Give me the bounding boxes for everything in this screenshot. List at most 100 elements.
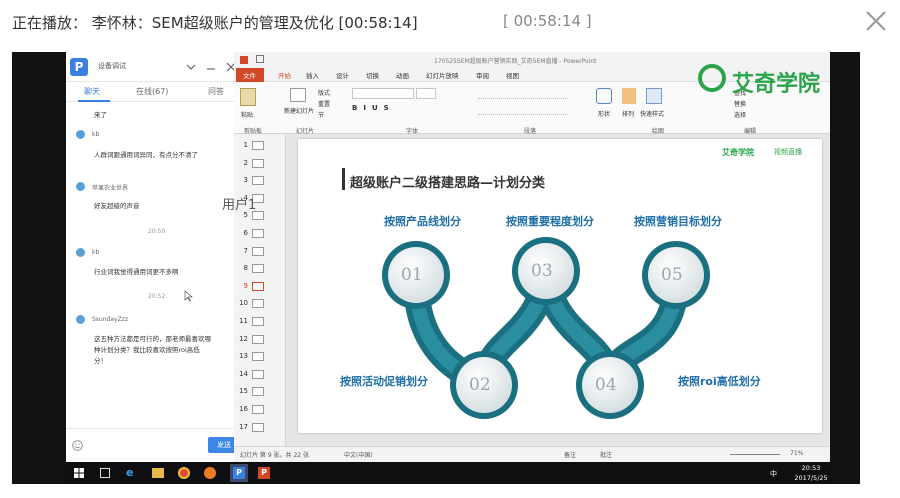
slide-thumb[interactable]: 14 <box>234 367 286 383</box>
layout-button[interactable]: 版式 <box>318 88 330 97</box>
comments-button[interactable]: 批注 <box>600 450 612 459</box>
video-frame[interactable]: P 设备调试 聊天 在线(67) 问答 来了 kb 人群词跟通用词异同，有点分不… <box>12 52 860 484</box>
slide-thumb-number: 16 <box>239 405 248 413</box>
slide-thumb[interactable]: 9 <box>234 279 286 295</box>
slide-thumb-preview <box>252 387 264 397</box>
avatar <box>76 130 85 139</box>
section-button[interactable]: 节 <box>318 110 324 119</box>
slide-thumb-number: 6 <box>243 229 248 237</box>
quick-styles-button[interactable]: 快速样式 <box>640 109 664 118</box>
firefox-icon[interactable] <box>204 467 216 479</box>
font-name-select[interactable] <box>352 88 414 99</box>
powerpoint-window: 170525SEM超级账户营销实践_艾奇SEM直播 - PowerPoint 文… <box>234 52 830 462</box>
chat-timestamp: 20:50 <box>148 228 166 235</box>
label-promotion: 按照活动促销划分 <box>340 375 428 388</box>
slide-thumb-preview <box>252 246 264 256</box>
tab-transitions[interactable]: 切换 <box>366 70 379 80</box>
avatar <box>76 248 85 257</box>
slide-thumb-number: 8 <box>243 264 248 273</box>
chat-tabs: 聊天 在线(67) 问答 <box>66 82 246 102</box>
new-slide-button[interactable]: 新建幻灯片 <box>284 106 314 115</box>
slide-thumb[interactable]: 10 <box>234 296 286 312</box>
slide-thumb[interactable]: 3 <box>234 173 286 189</box>
ime-indicator[interactable]: 中 <box>770 469 777 479</box>
tab-chat[interactable]: 聊天 <box>84 86 100 97</box>
clock-time[interactable]: 20:53 <box>796 464 826 472</box>
chrome-icon[interactable] <box>178 467 190 479</box>
tab-view[interactable]: 视图 <box>506 70 519 80</box>
tab-home[interactable]: 开始 <box>278 70 291 80</box>
live-app-icon[interactable]: P <box>233 467 245 479</box>
new-slide-icon[interactable] <box>290 88 306 102</box>
emoji-icon[interactable] <box>72 440 83 451</box>
font-style-buttons[interactable]: BIUS <box>352 104 395 112</box>
replace-button[interactable]: 替换 <box>734 99 746 108</box>
file-explorer-icon[interactable] <box>152 468 164 478</box>
shapes-button[interactable]: 形状 <box>598 109 610 118</box>
font-size-select[interactable] <box>416 88 436 99</box>
tab-review[interactable]: 审阅 <box>476 70 489 80</box>
clock-date[interactable]: 2017/5/25 <box>792 474 830 482</box>
user-watermark: 用户1 <box>222 198 257 213</box>
chat-panel: P 设备调试 聊天 在线(67) 问答 来了 kb 人群词跟通用词异同，有点分不… <box>66 52 246 462</box>
alignment-controls[interactable] <box>478 104 568 115</box>
slide-thumb-preview <box>252 176 264 186</box>
slide-thumb[interactable]: 6 <box>234 226 286 242</box>
slide-thumb[interactable]: 1 <box>234 138 286 154</box>
chat-username: kb <box>92 131 100 138</box>
slide-thumb[interactable]: 2 <box>234 156 286 172</box>
playback-time: [ 00:58:14 ] <box>503 12 592 30</box>
tab-qa[interactable]: 问答 <box>208 86 224 97</box>
select-button[interactable]: 选择 <box>734 110 746 119</box>
quick-styles-icon[interactable] <box>646 88 662 104</box>
slide-thumb[interactable]: 8 <box>234 261 286 277</box>
label-roi: 按照roi高低划分 <box>678 375 761 388</box>
zoom-slider[interactable] <box>730 454 780 455</box>
minimize-icon[interactable] <box>206 62 216 72</box>
tab-slideshow[interactable]: 幻灯片放映 <box>426 70 459 80</box>
paste-icon[interactable] <box>240 88 256 106</box>
tab-online[interactable]: 在线(67) <box>136 86 168 97</box>
tab-file[interactable]: 文件 <box>243 70 256 80</box>
shapes-icon[interactable] <box>596 88 612 104</box>
language-status: 中文(中国) <box>344 452 373 459</box>
chevron-down-icon[interactable] <box>186 62 196 72</box>
chat-username: SsundayZzz <box>92 316 128 323</box>
arrange-button[interactable]: 排列 <box>622 109 634 118</box>
chat-timestamp: 20:52 <box>148 293 166 300</box>
tab-insert[interactable]: 插入 <box>306 70 319 80</box>
label-product-line: 按照产品线划分 <box>384 215 461 228</box>
windows-start-icon[interactable] <box>74 468 84 478</box>
slide-thumb-number: 14 <box>239 369 248 378</box>
slide-thumbnails: 1 2 3 4 5 6 7 8 9 10 11 12 13 14 15 16 17 <box>234 134 286 446</box>
slide-thumb[interactable]: 13 <box>234 349 286 365</box>
slide-thumb[interactable]: 15 <box>234 384 286 400</box>
save-icon[interactable] <box>256 55 264 63</box>
avatar <box>76 315 85 324</box>
tab-animations[interactable]: 动画 <box>396 70 409 80</box>
circle-label-03: 03 <box>531 261 553 281</box>
reset-button[interactable]: 重置 <box>318 99 330 108</box>
slide-thumb-number: 11 <box>239 317 248 325</box>
notes-button[interactable]: 备注 <box>564 450 576 459</box>
ppt-app-icon <box>240 56 248 64</box>
close-icon[interactable] <box>864 9 888 33</box>
edge-icon[interactable]: e <box>126 467 137 479</box>
slide-thumb[interactable]: 11 <box>234 314 286 330</box>
slide-thumb-number: 12 <box>239 334 248 343</box>
tab-design[interactable]: 设计 <box>336 70 349 80</box>
slide-thumb-preview <box>252 405 264 414</box>
slide-thumb[interactable]: 17 <box>234 420 286 436</box>
paste-button[interactable]: 粘贴 <box>241 110 253 119</box>
arrange-icon[interactable] <box>622 88 636 104</box>
slide-thumb[interactable]: 16 <box>234 402 286 418</box>
chat-message: 好友超级的声音 <box>94 202 140 210</box>
slide-thumb-preview <box>252 281 264 291</box>
paragraph-controls[interactable] <box>478 88 568 99</box>
slide-thumb[interactable]: 7 <box>234 244 286 260</box>
powerpoint-icon[interactable]: P <box>258 467 270 479</box>
zoom-level: 71% <box>790 450 804 457</box>
slide-thumb-preview <box>252 141 264 150</box>
task-view-icon[interactable] <box>100 468 110 478</box>
slide-thumb[interactable]: 12 <box>234 332 286 348</box>
